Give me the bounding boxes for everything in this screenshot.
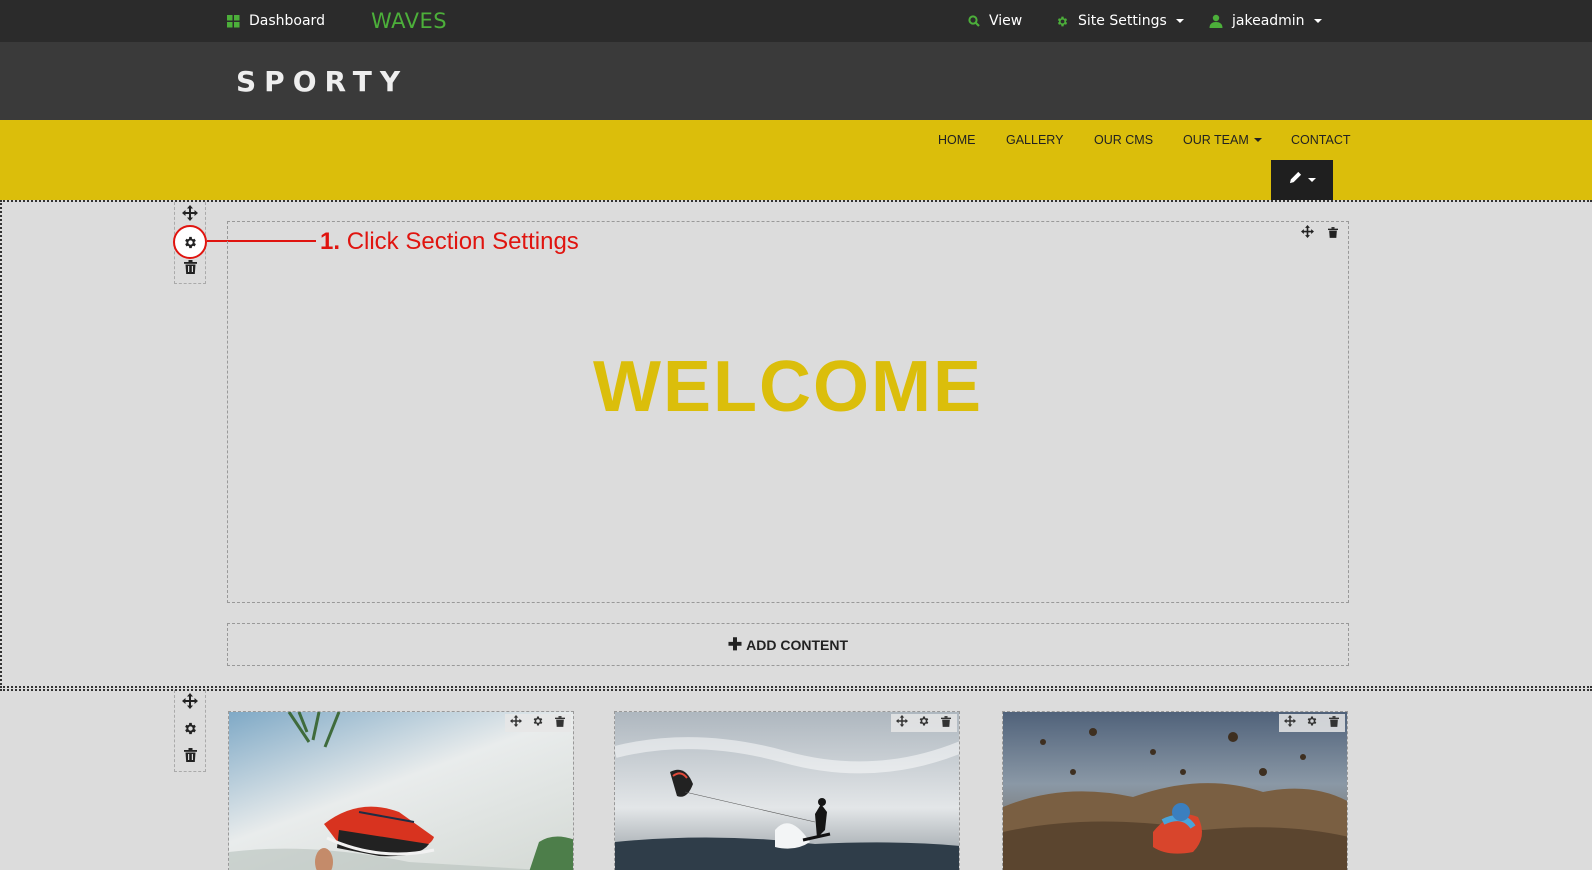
move-icon [1300,225,1314,243]
move-content-button[interactable] [1298,225,1316,243]
dashboard-link[interactable]: Dashboard [227,0,325,42]
nav-home[interactable]: HOME [938,131,976,149]
nav-gallery[interactable]: GALLERY [1006,131,1063,149]
admin-bar: Dashboard WAVES View Site Settings jakea… [0,0,1592,42]
nav-gallery-label: GALLERY [1006,133,1064,147]
view-label: View [989,13,1023,29]
chevron-down-icon [1313,19,1322,23]
card-settings-button[interactable] [527,714,549,732]
pencil-icon [1289,171,1302,189]
delete-section-button[interactable] [175,744,205,771]
card-tools [505,714,571,732]
move-card-button[interactable] [891,714,913,732]
view-link[interactable]: View [968,0,1022,42]
welcome-heading: WELCOME [593,347,983,427]
chevron-down-icon [1175,19,1184,23]
site-settings-menu[interactable]: Site Settings [1056,0,1184,42]
move-icon [510,714,522,732]
section-tools [174,690,206,772]
move-icon [182,205,198,226]
delete-card-button[interactable] [549,714,571,732]
trash-icon [183,260,197,279]
delete-card-button[interactable] [1323,714,1345,732]
user-menu[interactable]: jakeadmin [1209,0,1322,42]
section-settings-button[interactable] [175,717,205,744]
card-tools [1279,714,1345,732]
move-icon [182,693,198,714]
edit-mode-button[interactable] [1271,160,1333,200]
move-section-button[interactable] [175,690,205,717]
card-settings-button[interactable] [1301,714,1323,732]
user-label: jakeadmin [1232,13,1305,29]
trash-icon [555,714,565,732]
add-content-button[interactable]: ✚ ADD CONTENT [227,623,1349,666]
nav-home-label: HOME [938,133,976,147]
gear-icon [183,721,198,741]
card-settings-button[interactable] [913,714,935,732]
delete-card-button[interactable] [935,714,957,732]
brand-name[interactable]: WAVES [371,0,447,42]
content-block-tools [1298,225,1342,243]
site-header: SPORTY [0,42,1592,120]
nav-contact[interactable]: CONTACT [1291,131,1351,149]
trash-icon [1329,714,1339,732]
user-icon [1209,14,1223,28]
trash-icon [183,748,197,767]
sneaker-image [229,712,573,870]
nav-our-team-label: OUR TEAM [1183,133,1249,147]
search-icon [968,15,980,27]
site-logo[interactable]: SPORTY [236,64,408,98]
gear-icon [1306,714,1318,732]
move-card-button[interactable] [1279,714,1301,732]
gear-icon [1056,15,1069,28]
motocross-image [1003,712,1347,870]
chevron-down-icon [1307,178,1316,182]
gear-icon [918,714,930,732]
image-card-motocross[interactable] [1002,711,1348,870]
dashboard-label: Dashboard [249,13,325,29]
card-tools [891,714,957,732]
grid-icon [227,14,240,28]
chevron-down-icon [1253,138,1262,142]
trash-icon [941,714,951,732]
add-content-label: ADD CONTENT [746,636,849,653]
gear-icon [532,714,544,732]
image-card-sneaker[interactable] [228,711,574,870]
site-settings-label: Site Settings [1078,13,1167,29]
content-block-welcome: WELCOME [227,221,1349,603]
move-icon [1284,714,1296,732]
plus-icon: ✚ [727,634,743,654]
move-icon [896,714,908,732]
kitesurf-image [615,712,959,870]
gear-icon[interactable] [181,233,199,251]
delete-section-button[interactable] [175,256,205,283]
nav-contact-label: CONTACT [1291,133,1351,147]
move-card-button[interactable] [505,714,527,732]
nav-our-cms[interactable]: OUR CMS [1094,131,1153,149]
delete-content-button[interactable] [1324,225,1342,243]
image-card-kitesurf[interactable] [614,711,960,870]
logo-text: SPORTY [236,64,409,98]
nav-our-cms-label: OUR CMS [1094,133,1154,147]
main-nav: HOME GALLERY OUR CMS OUR TEAM CONTACT [0,120,1592,200]
nav-our-team[interactable]: OUR TEAM [1183,131,1262,149]
trash-icon [1328,225,1338,243]
